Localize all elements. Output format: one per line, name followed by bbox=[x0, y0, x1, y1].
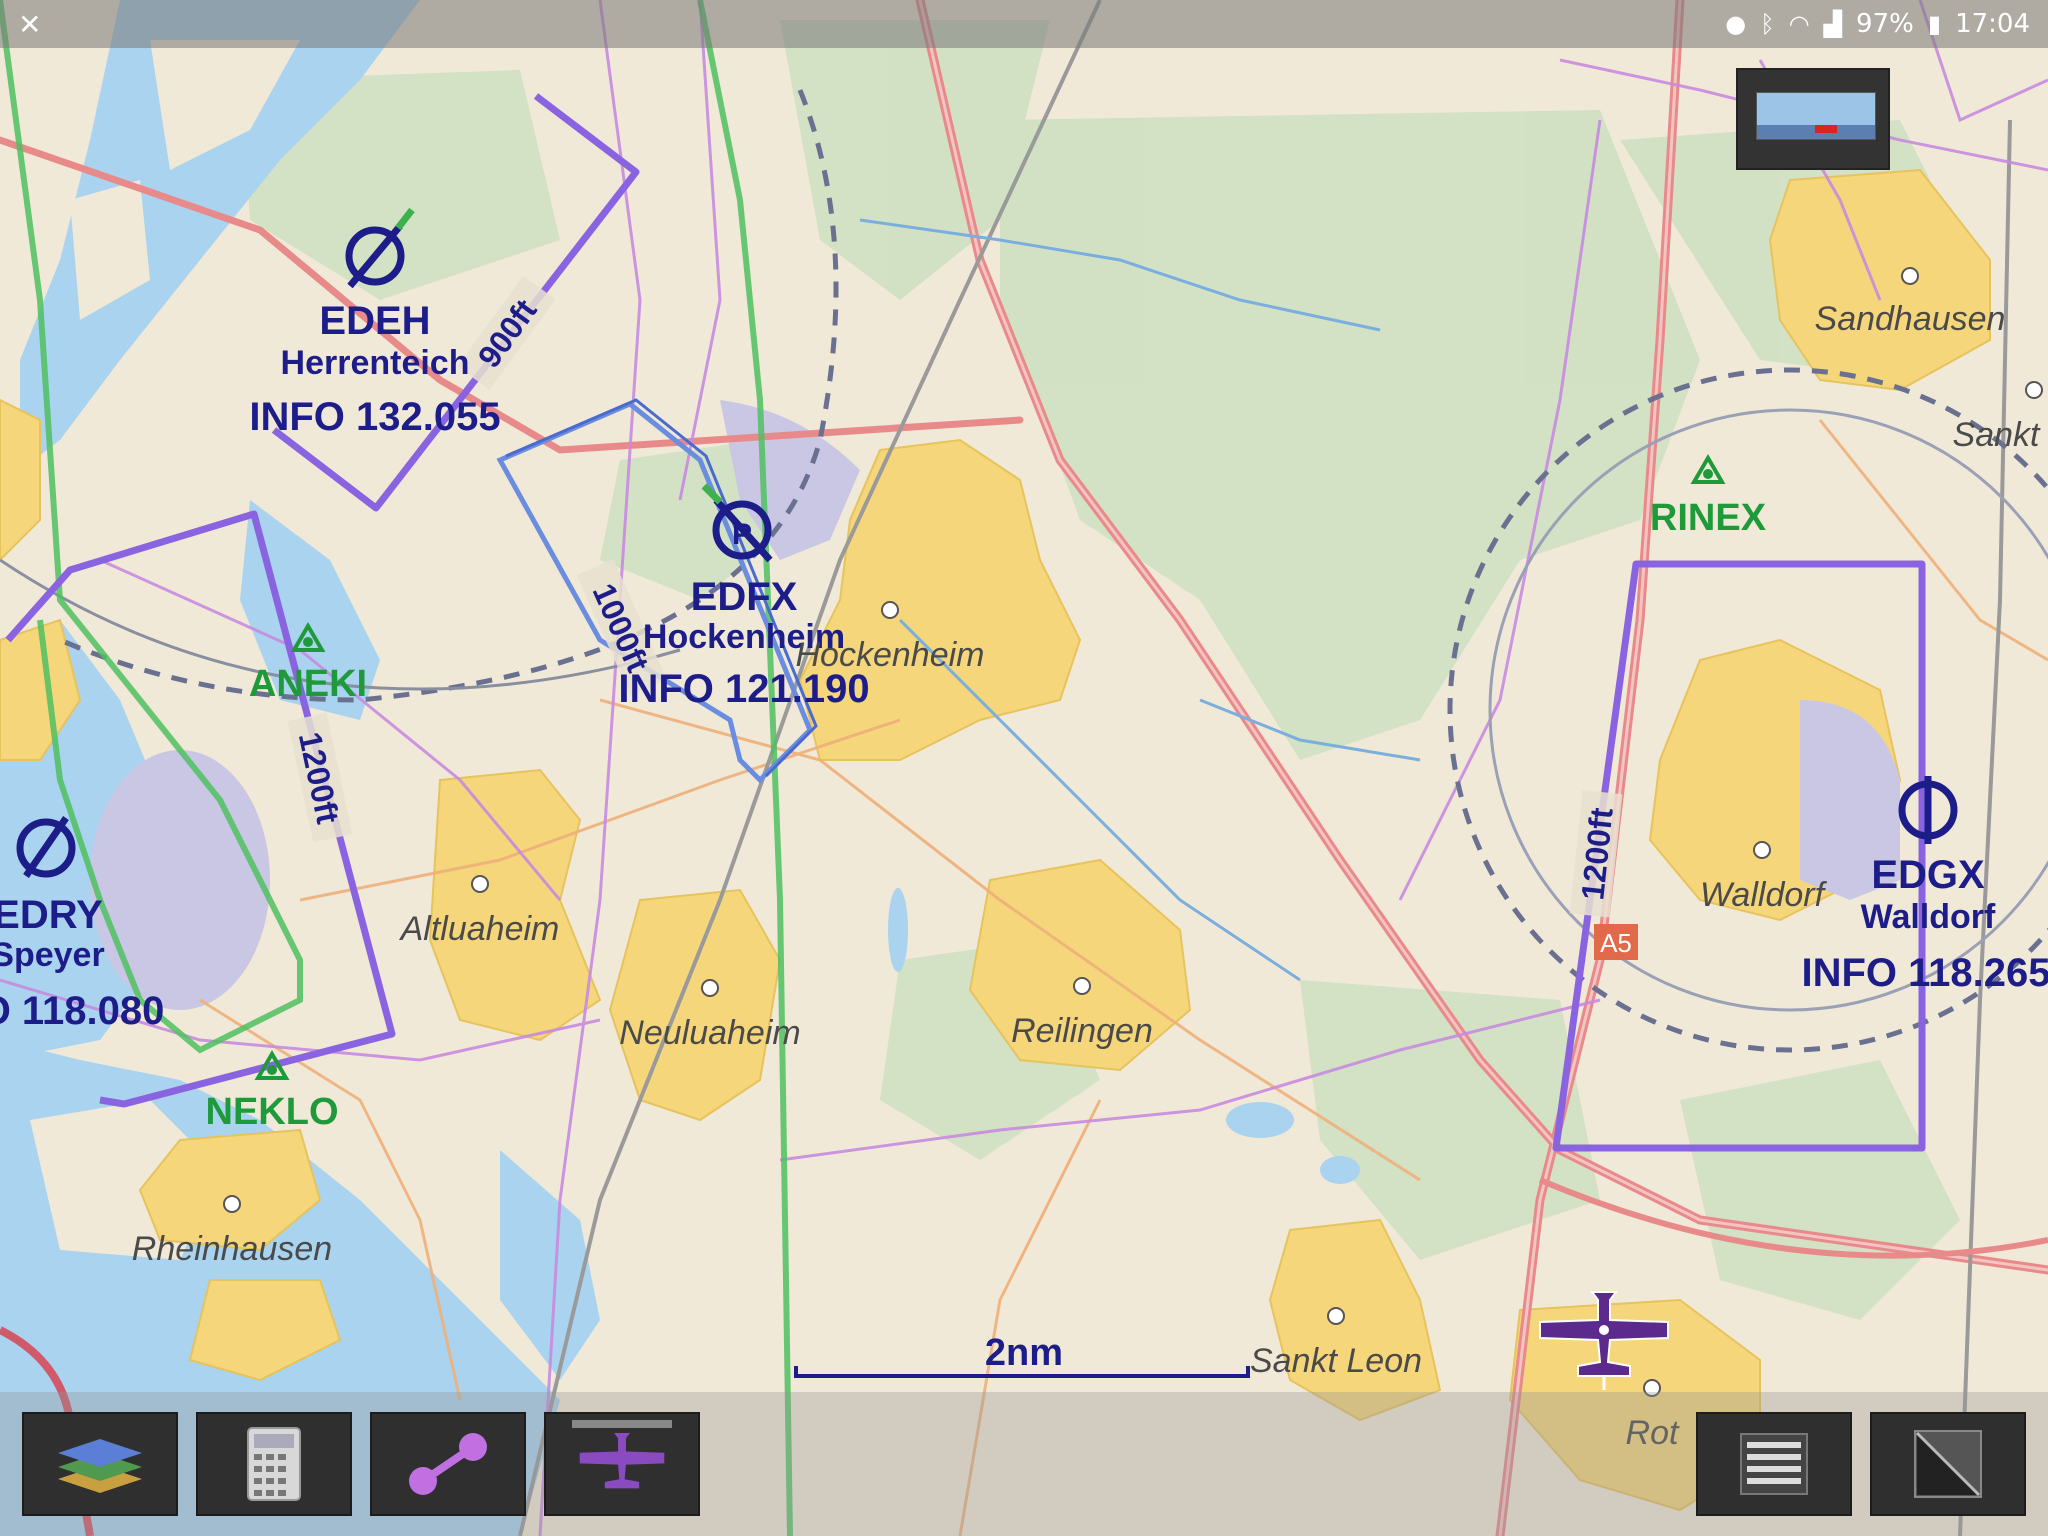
airport-icao: EDEH bbox=[319, 299, 430, 343]
airport-frequency: O 118.080 bbox=[0, 989, 164, 1033]
bluetooth-icon: ᛒ bbox=[1760, 10, 1775, 38]
calculator-button[interactable] bbox=[196, 1412, 352, 1516]
airport-frequency: INFO 132.055 bbox=[249, 395, 500, 439]
waypoint-label: RINEX bbox=[1650, 497, 1767, 539]
layers-button[interactable] bbox=[22, 1412, 178, 1516]
town-label: Sankt bbox=[1953, 416, 2041, 454]
waypoint-label: ANEKI bbox=[249, 663, 367, 705]
aircraft-icon bbox=[579, 1432, 665, 1489]
fullscreen-button[interactable] bbox=[1870, 1412, 2026, 1516]
layers-icon bbox=[58, 1439, 142, 1493]
vertical-profile-thumbnail[interactable] bbox=[1736, 68, 1890, 170]
airport-icao: EDRY bbox=[0, 893, 103, 937]
town-label: Hockenheim bbox=[796, 636, 985, 674]
profile-position-marker bbox=[1815, 125, 1837, 133]
waypoint-label: NEKLO bbox=[206, 1091, 339, 1133]
town-label: Neuluaheim bbox=[619, 1014, 800, 1052]
airport-icao: EDGX bbox=[1871, 853, 1985, 897]
battery-percent: 97% bbox=[1856, 9, 1914, 39]
status-bar: ✕ ● ᛒ ◠ ▟ 97% ▮ 17:04 bbox=[0, 0, 2048, 48]
signal-icon: ▟ bbox=[1823, 10, 1843, 38]
route-button[interactable] bbox=[370, 1412, 526, 1516]
profile-preview bbox=[1756, 92, 1876, 140]
fullscreen-icon bbox=[1914, 1430, 1982, 1498]
town-label: Sankt Leon bbox=[1250, 1342, 1422, 1380]
airport-name: Herrenteich bbox=[281, 344, 470, 382]
airport-name: Walldorf bbox=[1861, 898, 1996, 936]
town-label: Reilingen bbox=[1011, 1012, 1153, 1050]
wifi-icon: ◠ bbox=[1788, 10, 1810, 38]
aircraft-button-indicator bbox=[572, 1420, 672, 1428]
route-icon bbox=[409, 1433, 487, 1495]
aircraft-button[interactable] bbox=[544, 1412, 700, 1516]
town-label: Walldorf bbox=[1700, 876, 1828, 914]
svg-text:P: P bbox=[732, 518, 752, 551]
menu-button[interactable] bbox=[1696, 1412, 1852, 1516]
town-label: Altluaheim bbox=[399, 910, 560, 948]
battery-icon: ▮ bbox=[1927, 10, 1942, 38]
town-label: Sandhausen bbox=[1815, 300, 2006, 338]
menu-icon bbox=[1740, 1433, 1808, 1495]
airport-icao: EDFX bbox=[691, 575, 798, 619]
ownship-aircraft-icon[interactable] bbox=[1536, 1286, 1672, 1392]
road-label-a5: A5 bbox=[1594, 924, 1638, 960]
location-icon: ● bbox=[1725, 10, 1747, 38]
app-notification-icon: ✕ bbox=[18, 8, 42, 41]
svg-text:A5: A5 bbox=[1600, 928, 1632, 958]
airport-frequency: INFO 118.265 bbox=[1801, 951, 2048, 995]
map-canvas[interactable]: 900ft 1000ft 1200ft 1200ft A5 P EDEH Her… bbox=[0, 0, 2048, 1536]
scale-bar: 2nm bbox=[794, 1330, 1254, 1382]
airport-name: Speyer bbox=[0, 936, 105, 974]
scale-line bbox=[794, 1366, 1250, 1378]
town-label: Rheinhausen bbox=[132, 1230, 332, 1268]
clock: 17:04 bbox=[1955, 9, 2030, 39]
calculator-icon bbox=[247, 1427, 301, 1501]
